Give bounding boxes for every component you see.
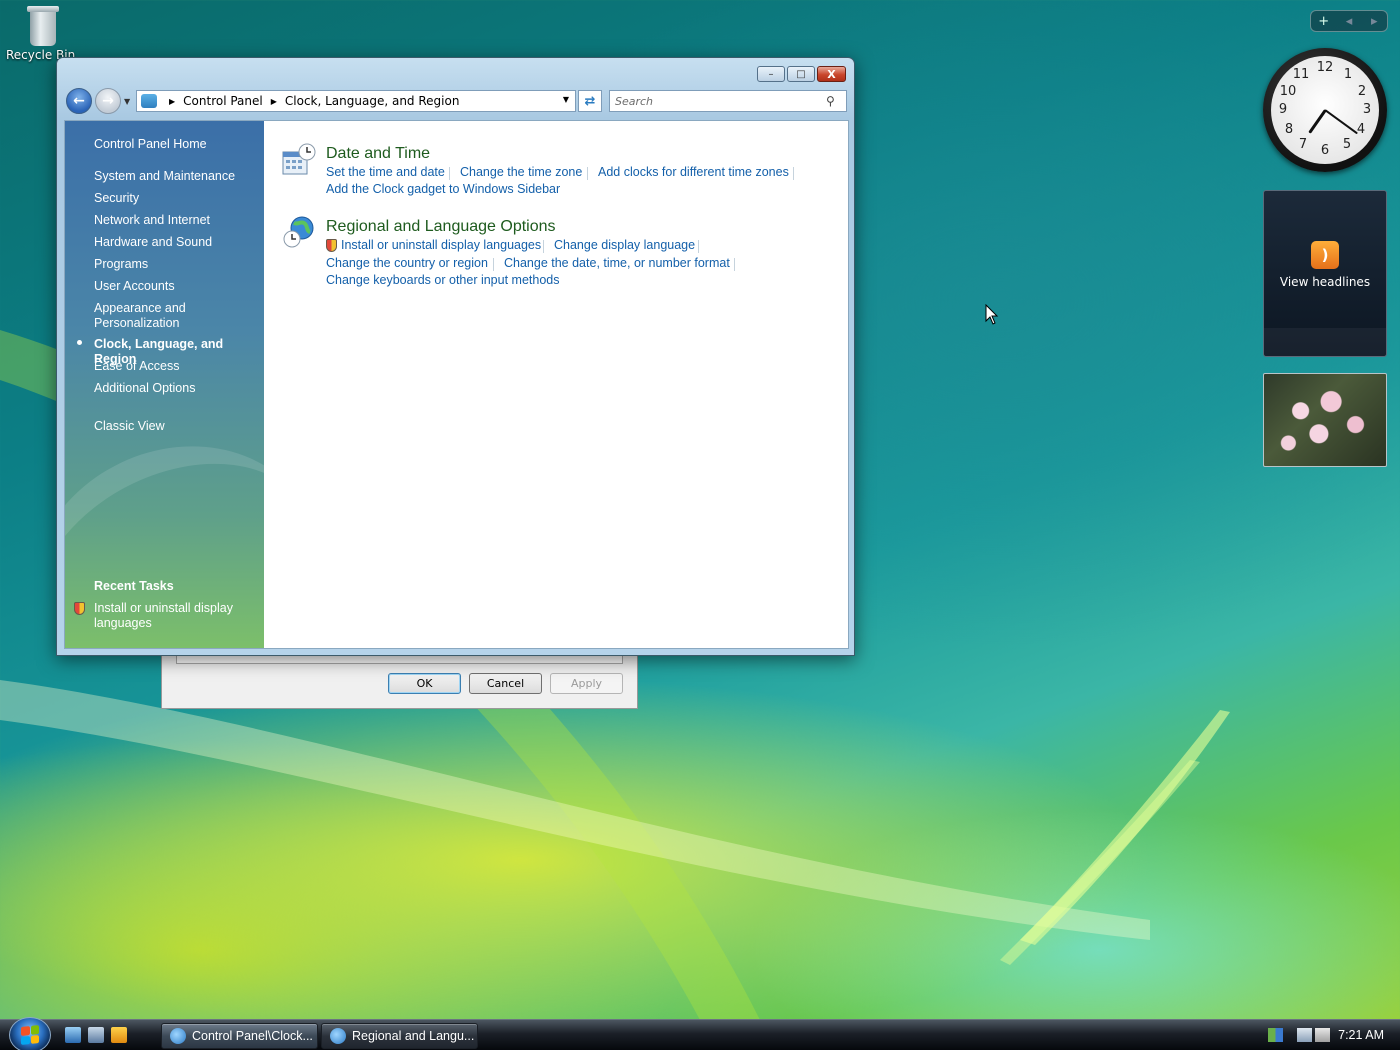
recent-task-install-languages[interactable]: Install or uninstall display languages <box>94 601 244 631</box>
navigation-pane: Control Panel Home System and Maintenanc… <box>65 121 264 648</box>
mouse-cursor-icon <box>985 304 999 325</box>
link-change-date-time-number-format[interactable]: Change the date, time, or number format <box>504 256 730 270</box>
search-icon[interactable]: ⚲ <box>826 94 840 108</box>
recent-tasks-header: Recent Tasks <box>94 579 174 593</box>
taskbar-clock[interactable]: 7:21 AM <box>1338 1028 1384 1042</box>
nav-additional-options[interactable]: Additional Options <box>94 381 259 396</box>
nav-user-accounts[interactable]: User Accounts <box>94 279 259 294</box>
minimize-button[interactable]: – <box>757 66 785 82</box>
taskbar: Control Panel\Clock... Regional and Lang… <box>0 1017 1400 1050</box>
clock-number-2: 2 <box>1357 84 1367 99</box>
link-add-clock-gadget[interactable]: Add the Clock gadget to Windows Sidebar <box>326 182 560 196</box>
link-change-keyboards[interactable]: Change keyboards or other input methods <box>326 273 559 287</box>
caption-buttons: – □ X <box>757 66 846 82</box>
arrow-left-icon: ← <box>73 93 85 109</box>
globe-icon <box>330 1028 346 1044</box>
nav-classic-view[interactable]: Classic View <box>94 419 259 434</box>
taskbar-item-label: Control Panel\Clock... <box>192 1029 313 1043</box>
nav-control-panel-home[interactable]: Control Panel Home <box>94 137 259 152</box>
category-content: Date and Time Set the time and date Chan… <box>264 121 848 648</box>
refresh-button[interactable]: ⇄ <box>578 90 602 112</box>
cancel-button[interactable]: Cancel <box>469 673 542 694</box>
previous-page-button[interactable]: ◂ <box>1336 14 1361 29</box>
windows-sidebar-tray-icon[interactable] <box>1268 1028 1283 1042</box>
sidebar-controls: + ◂ ▸ <box>1310 10 1388 32</box>
start-button[interactable] <box>9 1017 51 1050</box>
apply-button[interactable]: Apply <box>550 673 623 694</box>
link-change-display-language[interactable]: Change display language <box>554 238 695 252</box>
rss-icon: ) <box>1311 241 1339 269</box>
next-page-button[interactable]: ▸ <box>1362 14 1387 29</box>
clock-hour-hand <box>1308 109 1327 134</box>
control-panel-icon <box>170 1028 186 1044</box>
show-desktop-icon[interactable] <box>65 1027 81 1043</box>
clock-number-6: 6 <box>1320 143 1330 158</box>
nav-programs[interactable]: Programs <box>94 257 259 272</box>
calendar-clock-icon[interactable] <box>282 143 316 177</box>
refresh-icon: ⇄ <box>584 93 596 109</box>
clock-face: 12 1 2 3 4 5 6 7 8 9 10 11 <box>1271 56 1379 164</box>
clock-number-8: 8 <box>1284 122 1294 137</box>
uac-shield-icon <box>74 602 85 615</box>
breadcrumb-chevron-icon[interactable]: ▶ <box>271 97 277 106</box>
arrow-right-icon: → <box>102 93 114 109</box>
link-add-clocks[interactable]: Add clocks for different time zones <box>598 165 789 179</box>
uac-shield-icon <box>326 239 337 252</box>
taskbar-item-control-panel[interactable]: Control Panel\Clock... <box>161 1023 318 1049</box>
category-regional-and-language[interactable]: Regional and Language Options <box>326 218 556 236</box>
windows-logo-icon <box>21 1025 39 1045</box>
clock-number-7: 7 <box>1298 137 1308 152</box>
slideshow-gadget[interactable] <box>1263 373 1387 467</box>
clock-number-10: 10 <box>1279 84 1297 99</box>
breadcrumb-chevron-icon[interactable]: ▶ <box>169 97 175 106</box>
nav-system-and-maintenance[interactable]: System and Maintenance <box>94 169 259 184</box>
globe-clock-icon[interactable] <box>282 215 316 249</box>
clock-number-9: 9 <box>1278 102 1288 117</box>
clock-number-3: 3 <box>1362 102 1372 117</box>
feed-headlines-gadget[interactable]: ) View headlines <box>1263 190 1387 357</box>
view-headlines-label: View headlines <box>1279 275 1371 289</box>
clock-gadget[interactable]: 12 1 2 3 4 5 6 7 8 9 10 11 <box>1263 48 1387 172</box>
volume-muted-tray-icon[interactable] <box>1315 1028 1330 1042</box>
control-panel-window: – □ X ← → ▼ ▶ Control Panel ▶ Clock, Lan… <box>56 57 855 656</box>
link-set-time-and-date[interactable]: Set the time and date <box>326 165 445 179</box>
address-bar[interactable]: ▶ Control Panel ▶ Clock, Language, and R… <box>136 90 576 112</box>
clock-number-5: 5 <box>1342 137 1352 152</box>
media-player-icon[interactable] <box>111 1027 127 1043</box>
back-button[interactable]: ← <box>66 88 92 114</box>
nav-hardware-and-sound[interactable]: Hardware and Sound <box>94 235 259 250</box>
breadcrumb-clock-language-region[interactable]: Clock, Language, and Region <box>285 94 460 108</box>
clock-number-1: 1 <box>1343 67 1353 82</box>
link-install-display-languages[interactable]: Install or uninstall display languages <box>341 238 541 252</box>
clock-number-12: 12 <box>1316 60 1334 75</box>
category-date-and-time[interactable]: Date and Time <box>326 145 430 163</box>
taskbar-item-regional-options[interactable]: Regional and Langu... <box>321 1023 478 1049</box>
nav-network-and-internet[interactable]: Network and Internet <box>94 213 259 228</box>
link-change-country-region[interactable]: Change the country or region <box>326 256 488 270</box>
maximize-button[interactable]: □ <box>787 66 815 82</box>
active-item-bullet-icon <box>77 340 82 345</box>
nav-security[interactable]: Security <box>94 191 259 206</box>
address-dropdown-icon[interactable]: ▼ <box>563 95 569 104</box>
control-panel-icon <box>141 94 157 108</box>
breadcrumb-control-panel[interactable]: Control Panel <box>183 94 263 108</box>
navigation-bar: ← → ▼ ▶ Control Panel ▶ Clock, Language,… <box>66 88 847 114</box>
forward-button[interactable]: → <box>95 88 121 114</box>
nav-appearance-and-personalization[interactable]: Appearance and Personalization <box>94 301 204 331</box>
window-content: Control Panel Home System and Maintenanc… <box>64 120 849 649</box>
recycle-bin-icon <box>27 4 59 46</box>
recent-pages-dropdown-icon[interactable]: ▼ <box>124 97 130 106</box>
nav-ease-of-access[interactable]: Ease of Access <box>94 359 259 374</box>
ok-button[interactable]: OK <box>388 673 461 694</box>
taskbar-item-label: Regional and Langu... <box>352 1029 475 1043</box>
link-change-time-zone[interactable]: Change the time zone <box>460 165 582 179</box>
search-input[interactable] <box>609 90 847 112</box>
close-button[interactable]: X <box>817 66 846 82</box>
clock-number-11: 11 <box>1292 67 1310 82</box>
add-gadget-button[interactable]: + <box>1311 14 1336 29</box>
network-tray-icon[interactable] <box>1297 1028 1312 1042</box>
switch-windows-icon[interactable] <box>88 1027 104 1043</box>
recycle-bin-desktop-icon[interactable]: Recycle Bin <box>6 4 75 62</box>
